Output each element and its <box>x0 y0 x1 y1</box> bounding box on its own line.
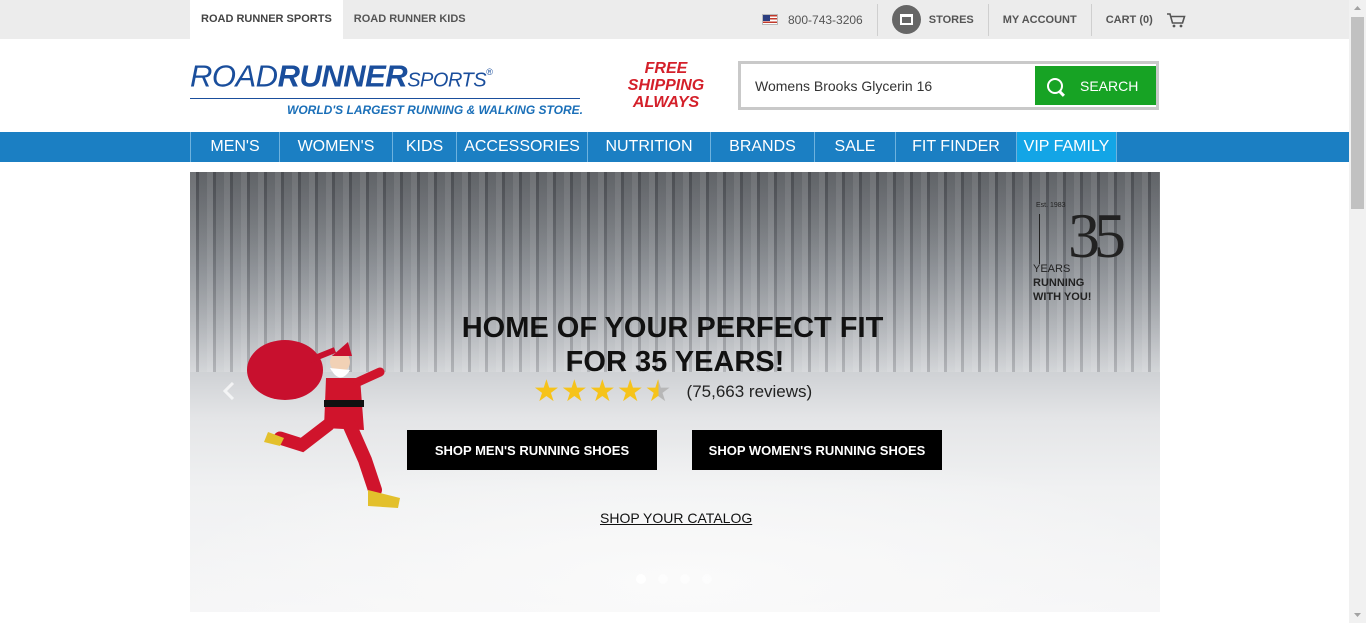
nav-brands[interactable]: BRANDS <box>711 132 815 162</box>
my-account-link[interactable]: MY ACCOUNT <box>1003 14 1077 26</box>
nav-vip-family[interactable]: VIP FAMILY <box>1017 132 1117 162</box>
chevron-left-icon[interactable] <box>222 382 236 400</box>
scrollbar-thumb[interactable] <box>1351 17 1364 209</box>
utility-links: 800-743-3206 STORES MY ACCOUNT CART (0) <box>762 0 1186 39</box>
star-rating[interactable]: ★ ★ ★ ★ ★ (75,663 reviews) <box>533 377 812 407</box>
carousel-dot[interactable] <box>658 574 668 584</box>
cart-link[interactable]: CART (0) <box>1106 14 1153 26</box>
half-star-icon: ★ <box>644 375 672 408</box>
nav-kids[interactable]: KIDS <box>393 132 457 162</box>
logo-rule <box>190 98 580 100</box>
scroll-down-arrow-icon[interactable] <box>1349 606 1366 623</box>
logo-tagline: WORLD'S LARGEST RUNNING & WALKING STORE. <box>287 103 583 118</box>
stores-link[interactable]: STORES <box>929 14 974 26</box>
carousel-dot[interactable] <box>702 574 712 584</box>
35-years-badge: Est. 1983 35 YEARS RUNNING WITH YOU! <box>1033 200 1126 303</box>
main-nav: MEN'S WOMEN'S KIDS ACCESSORIES NUTRITION… <box>0 132 1349 162</box>
phone-number[interactable]: 800-743-3206 <box>788 13 863 27</box>
carousel-dot[interactable] <box>680 574 690 584</box>
divider <box>987 3 989 36</box>
tab-road-runner-kids[interactable]: ROAD RUNNER KIDS <box>343 0 477 39</box>
nav-fit-finder[interactable]: FIT FINDER <box>896 132 1017 162</box>
star-icon: ★ <box>588 375 616 408</box>
scroll-up-arrow-icon[interactable] <box>1349 0 1366 17</box>
shop-womens-running-shoes-button[interactable]: SHOP WOMEN'S RUNNING SHOES <box>692 430 942 470</box>
hero-headline: HOME OF YOUR PERFECT FIT FOR 35 YEARS! <box>461 312 884 378</box>
divider <box>876 3 878 36</box>
free-shipping-badge[interactable]: FREE SHIPPING ALWAYS <box>626 60 706 111</box>
site-tabs: ROAD RUNNER SPORTS ROAD RUNNER KIDS <box>190 0 477 39</box>
shop-your-catalog-link[interactable]: SHOP YOUR CATALOG <box>600 510 752 526</box>
nav-sale[interactable]: SALE <box>815 132 896 162</box>
search-icon <box>1047 77 1063 94</box>
star-icon: ★ <box>616 375 644 408</box>
search-button[interactable]: SEARCH <box>1035 66 1156 105</box>
shop-mens-running-shoes-button[interactable]: SHOP MEN'S RUNNING SHOES <box>407 430 657 470</box>
tab-road-runner-sports[interactable]: ROAD RUNNER SPORTS <box>190 0 343 39</box>
search-input[interactable] <box>741 64 1035 107</box>
star-icon: ★ <box>560 375 588 408</box>
hero-banner[interactable]: Est. 1983 35 YEARS RUNNING WITH YOU! HOM… <box>190 172 1160 612</box>
nav-womens[interactable]: WOMEN'S <box>280 132 393 162</box>
vertical-scrollbar[interactable] <box>1349 0 1366 623</box>
carousel-dot[interactable] <box>636 574 646 584</box>
site-logo[interactable]: ROADRUNNERSPORTS® WORLD'S LARGEST RUNNIN… <box>190 56 592 118</box>
search-box: SEARCH <box>738 61 1159 110</box>
us-flag-icon <box>762 14 778 25</box>
nav-nutrition[interactable]: NUTRITION <box>588 132 711 162</box>
nav-accessories[interactable]: ACCESSORIES <box>457 132 588 162</box>
search-button-label: SEARCH <box>1080 77 1139 94</box>
top-utility-bar: ROAD RUNNER SPORTS ROAD RUNNER KIDS 800-… <box>0 0 1349 39</box>
nav-mens[interactable]: MEN'S <box>191 132 280 162</box>
star-icon: ★ <box>533 375 560 408</box>
review-count[interactable]: (75,663 reviews) <box>687 382 813 402</box>
logo-wordmark: ROADRUNNERSPORTS® <box>190 58 493 94</box>
main-nav-list: MEN'S WOMEN'S KIDS ACCESSORIES NUTRITION… <box>190 132 1117 162</box>
carousel-dots <box>636 574 724 584</box>
divider <box>1090 3 1092 36</box>
store-icon[interactable] <box>891 5 921 34</box>
cart-icon[interactable] <box>1166 12 1186 28</box>
